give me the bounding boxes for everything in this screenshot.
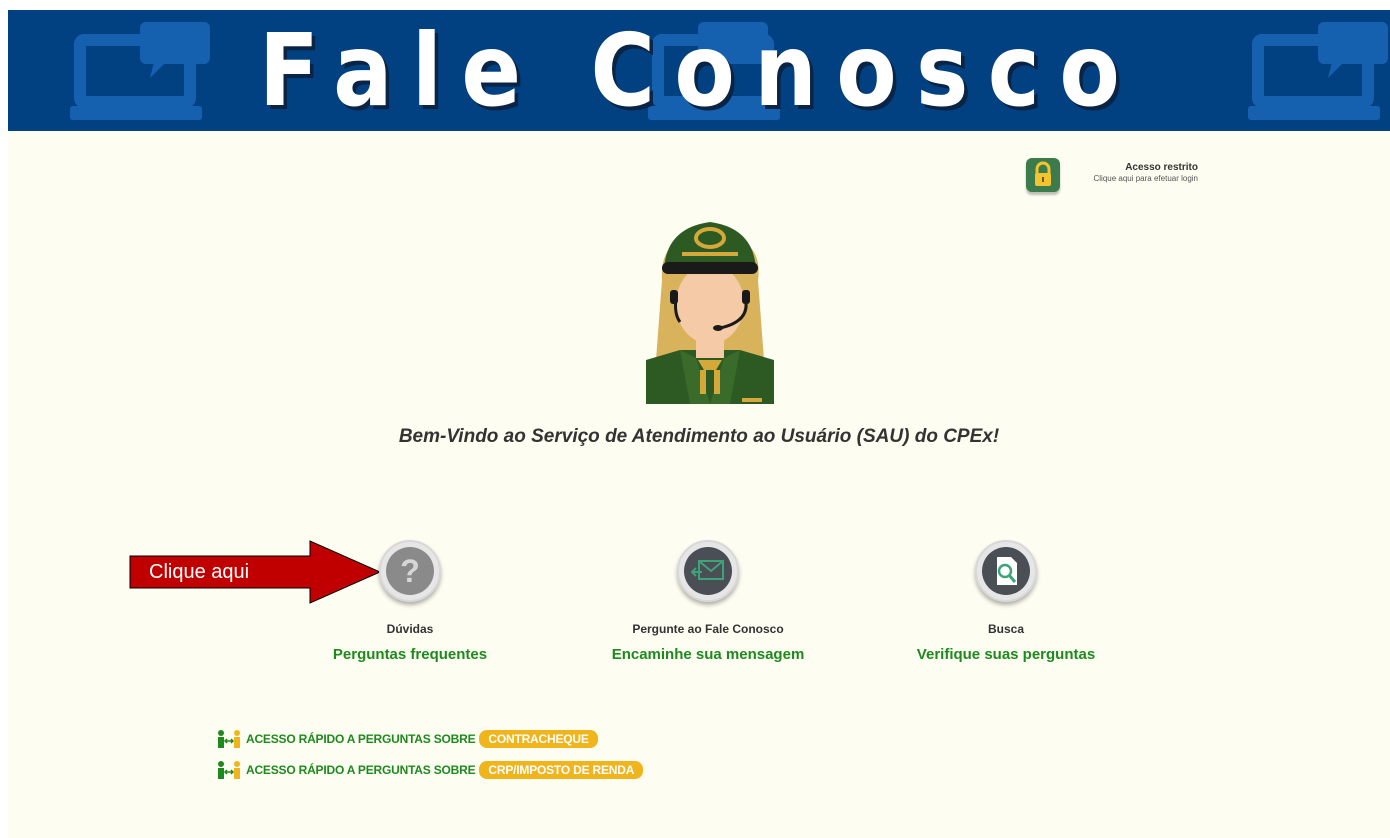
banner-title: Fale Conosco [258, 12, 1140, 129]
search-icon [982, 547, 1030, 595]
access-subtitle: Clique aqui para efetuar login [1093, 174, 1198, 183]
restricted-access-link[interactable]: Acesso restrito Clique aqui para efetuar… [1026, 158, 1206, 198]
people-exchange-icon [218, 730, 240, 748]
send-message-button[interactable] [677, 540, 739, 602]
option-caption: Busca [987, 622, 1025, 636]
lock-icon [1026, 158, 1060, 192]
option-faq: ? Dúvidas Perguntas frequentes [280, 540, 540, 663]
faq-link[interactable]: Perguntas frequentes [280, 646, 540, 663]
quick-link-imposto-renda[interactable]: ACESSO RÁPIDO A PERGUNTAS SOBRE CRP/IMPO… [216, 759, 644, 781]
option-caption: Pergunte ao Fale Conosco [632, 622, 784, 636]
people-exchange-icon [218, 761, 240, 779]
send-message-link[interactable]: Encaminhe sua mensagem [578, 646, 838, 663]
option-caption: Dúvidas [386, 622, 434, 636]
search-button[interactable] [975, 540, 1037, 602]
option-message: Pergunte ao Fale Conosco Encaminhe sua m… [578, 540, 838, 663]
option-search: Busca Verifique suas perguntas [876, 540, 1136, 663]
arrow-label: Clique aqui [149, 561, 250, 583]
quick-link-text: ACESSO RÁPIDO A PERGUNTAS SOBRE [246, 732, 476, 746]
quick-link-contracheque[interactable]: ACESSO RÁPIDO A PERGUNTAS SOBRE CONTRACH… [216, 728, 598, 750]
attendant-avatar [646, 222, 774, 404]
welcome-message: Bem-Vindo ao Serviço de Atendimento ao U… [398, 426, 1000, 447]
header-banner: Fale Conosco [8, 10, 1390, 131]
faq-button[interactable]: ? [379, 540, 441, 602]
quick-link-badge: CRP/IMPOSTO DE RENDA [479, 761, 644, 779]
quick-link-text: ACESSO RÁPIDO A PERGUNTAS SOBRE [246, 763, 476, 777]
access-title: Acesso restrito [1125, 162, 1198, 173]
message-icon [684, 547, 732, 595]
search-link[interactable]: Verifique suas perguntas [876, 646, 1136, 663]
question-icon: ? [386, 547, 434, 595]
quick-link-badge: CONTRACHEQUE [479, 730, 598, 748]
page: Fale Conosco Acesso restrito Clique aqui… [8, 10, 1390, 838]
